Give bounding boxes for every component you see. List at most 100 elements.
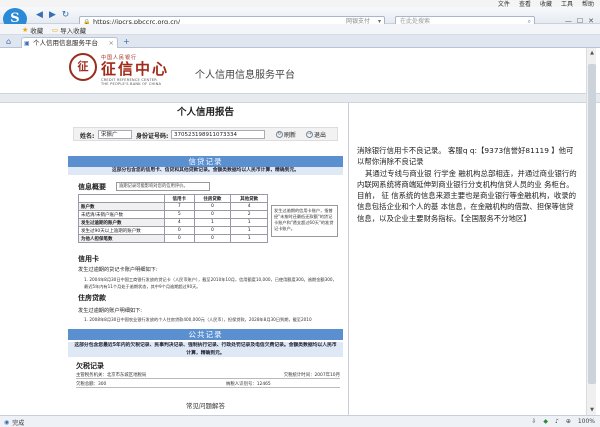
public-section-header: 公共记录 [68, 329, 343, 340]
public-section-note: 这部分包含您最近5年内的欠税记录、民事判决记录、强制执行记录、行政处罚记录及电信… [68, 342, 343, 357]
favorites-bar: ★ 收藏 ▭ 导入收藏 [0, 24, 600, 35]
row-label: 为他人担保笔数 [78, 234, 165, 243]
refresh-button[interactable]: ↻ 刷新 [276, 130, 296, 139]
row-label: 发生过逾期的账户数 [78, 218, 165, 227]
credit-section-header: 信贷记录 [68, 156, 343, 167]
exit-button[interactable]: → 退出 [306, 130, 326, 139]
favorites-label: 收藏 [30, 27, 44, 35]
tax-authority: 主管税务机关：北京市东城区地税局 [76, 373, 147, 378]
housing-heading: 住房贷款 [78, 294, 106, 302]
table-cell: 0 [193, 234, 232, 243]
folder-icon: ▭ [52, 26, 59, 34]
summary-table: 信用卡 住房贷款 其他贷款 账户数 7 0 4 未结清/未销户账户数 5 0 2 发生过逾期的账… [78, 194, 268, 243]
table-cell: 1 [230, 234, 268, 243]
status-text: 完成 [12, 420, 25, 427]
service-title: 个人信用信息服务平台 [195, 70, 295, 81]
credit-section-note: 这部分包含您的信用卡、信贷和其他贷款记录。金额类数据均以人民币计算，精确到元。 [68, 167, 343, 175]
table-cell: 0 [164, 234, 195, 243]
table-row: 发生过90天以上逾期的账户数 0 0 1 [78, 226, 268, 235]
import-favorites-label: 导入收藏 [60, 27, 87, 35]
table-row: 为他人担保笔数 0 0 1 [78, 234, 268, 243]
tax-stat-time: 欠税统计时间：2007年10月 [283, 373, 340, 378]
tab-close-icon[interactable]: × [109, 38, 114, 48]
brand-en-line2: THE PEOPLE'S BANK OF CHINA [101, 82, 162, 86]
credit-card-detail: 1. 2004年8月30日中国工商银行发放的贷记卡（人民币账户），截至2010年… [84, 277, 337, 289]
side-ad-panel: 消除银行信用卡不良记录。 客服q q:【9373信誉好81119 】他可以帮你消… [353, 103, 582, 415]
side-text-line2: 其通过专线与商业银 行学金 融机构总部相连，并通过商业银行的内联网系统将商端延伸… [357, 168, 577, 223]
security-shield-icon[interactable]: ◆ [543, 418, 548, 425]
favorites-button[interactable]: ★ 收藏 [22, 25, 43, 35]
exit-label: 退出 [314, 132, 327, 139]
id-field: 370523198911073334 [171, 130, 265, 139]
tax-table: 主管税务机关：北京市东城区地税局 欠税统计时间：2007年10月 欠税总额：30… [76, 371, 340, 393]
table-cell: 1 [230, 226, 268, 235]
header-divider [0, 93, 600, 103]
summary-heading: 信息概要 [78, 183, 106, 191]
taxpayer-id: 纳税人识别号：12465 [226, 382, 271, 387]
vertical-scrollbar[interactable]: ▲ ▼ [586, 48, 596, 415]
summary-col-header [78, 194, 165, 203]
table-row: 主管税务机关：北京市东城区地税局 欠税统计时间：2007年10月 [76, 371, 340, 379]
site-header: 征 中国人民银行 征信中心 CREDIT REFERENCE CENTER TH… [0, 48, 600, 93]
table-cell: 5 [164, 210, 195, 219]
summary-hint: 逾期记录可能影响对您的信用评价。 [116, 182, 210, 191]
exit-circle-icon: → [306, 131, 313, 138]
housing-detail: 1. 2008年8月30日中国农业银行发放的个人住房贷款400,000元（人民币… [84, 317, 312, 322]
tax-total: 欠税总额：300 [76, 382, 107, 387]
scrollbar-thumb[interactable] [588, 64, 596, 384]
speaker-icon[interactable]: ♪ [555, 418, 559, 425]
tab-title: 个人信用信息服务平台 [33, 39, 98, 47]
brand-logo: 中国人民银行 征信中心 CREDIT REFERENCE CENTER THE … [101, 54, 169, 86]
table-cell: 4 [230, 202, 268, 211]
report-title: 个人信用报告 [176, 107, 234, 118]
table-cell: 2 [230, 210, 268, 219]
zoom-level[interactable]: 100% [578, 418, 595, 425]
credit-card-intro: 发生过逾期的贷记卡账户明细如下: [78, 267, 158, 273]
side-text-line1: 消除银行信用卡不良记录。 客服q q:【9373信誉好81119 】他可以帮你消… [357, 146, 574, 167]
refresh-label: 刷新 [284, 132, 297, 139]
star-icon: ★ [22, 26, 29, 34]
table-row: 欠税总额：300 纳税人识别号：12465 [76, 380, 340, 388]
name-field: 宋振广 [98, 130, 132, 139]
table-cell: 1 [230, 218, 268, 227]
row-label: 账户数 [78, 202, 165, 211]
status-bar: ◉ 完成 ⇩ ◆ ♪ ⊕ 100% [0, 415, 600, 427]
table-cell: 0 [164, 226, 195, 235]
tax-heading: 欠税记录 [76, 362, 104, 370]
refresh-icon[interactable]: ↻ [60, 10, 71, 21]
browser-menu-bar: 文件 查看 收藏 工具 帮助 [0, 0, 600, 8]
table-cell: 0 [193, 226, 232, 235]
credit-report-panel: 个人信用报告 姓名: 宋振广 身份证号码: 370523198911073334… [62, 103, 349, 415]
table-row: 发生过逾期的账户数 4 1 1 [78, 218, 268, 227]
home-icon[interactable]: ⌂ [6, 37, 11, 46]
housing-intro: 发生过逾期的账户明细如下: [78, 308, 142, 314]
table-cell: 0 [193, 202, 232, 211]
table-cell: 7 [164, 202, 195, 211]
done-icon: ◉ [4, 419, 10, 426]
tab-credit-service[interactable]: ▣ 个人信用信息服务平台 × [21, 37, 118, 48]
id-label: 身份证号码: [136, 133, 169, 140]
table-cell: 0 [193, 210, 232, 219]
overdue-explanation: 发生过逾期的信用卡账户，指曾经"未按时还最低还款额"的贷记卡账户和"透支超过60… [271, 205, 338, 237]
download-icon[interactable]: ⇩ [531, 418, 536, 425]
row-label: 未结清/未销户账户数 [78, 210, 165, 219]
row-label: 发生过90天以上逾期的账户数 [78, 226, 165, 235]
faq-link[interactable]: 常见问题解答 [62, 400, 348, 410]
refresh-circle-icon: ↻ [276, 131, 283, 138]
table-row: 账户数 7 0 4 [78, 202, 268, 211]
table-cell: 1 [193, 218, 232, 227]
import-favorites-button[interactable]: ▭ 导入收藏 [52, 25, 86, 35]
forward-button[interactable]: ▶ [47, 10, 58, 21]
zoom-icon[interactable]: ⊕ [566, 418, 571, 425]
table-row: 未结清/未销户账户数 5 0 2 [78, 210, 268, 219]
summary-col-header: 其他贷款 [230, 194, 268, 203]
summary-col-header: 信用卡 [164, 194, 195, 203]
scroll-down-icon[interactable]: ▼ [587, 405, 597, 415]
scroll-up-icon[interactable]: ▲ [587, 48, 597, 58]
pboc-seal-logo: 征 [69, 53, 97, 81]
back-button[interactable]: ◀ [34, 10, 45, 21]
new-tab-icon[interactable]: + [123, 37, 130, 46]
summary-col-header: 住房贷款 [193, 194, 232, 203]
name-label: 姓名: [80, 133, 95, 140]
browser-toolbar: S ◀ ▶ ↻ 🔒 https://ipcrs.pbccrc.org.cn/ 网… [0, 7, 600, 30]
